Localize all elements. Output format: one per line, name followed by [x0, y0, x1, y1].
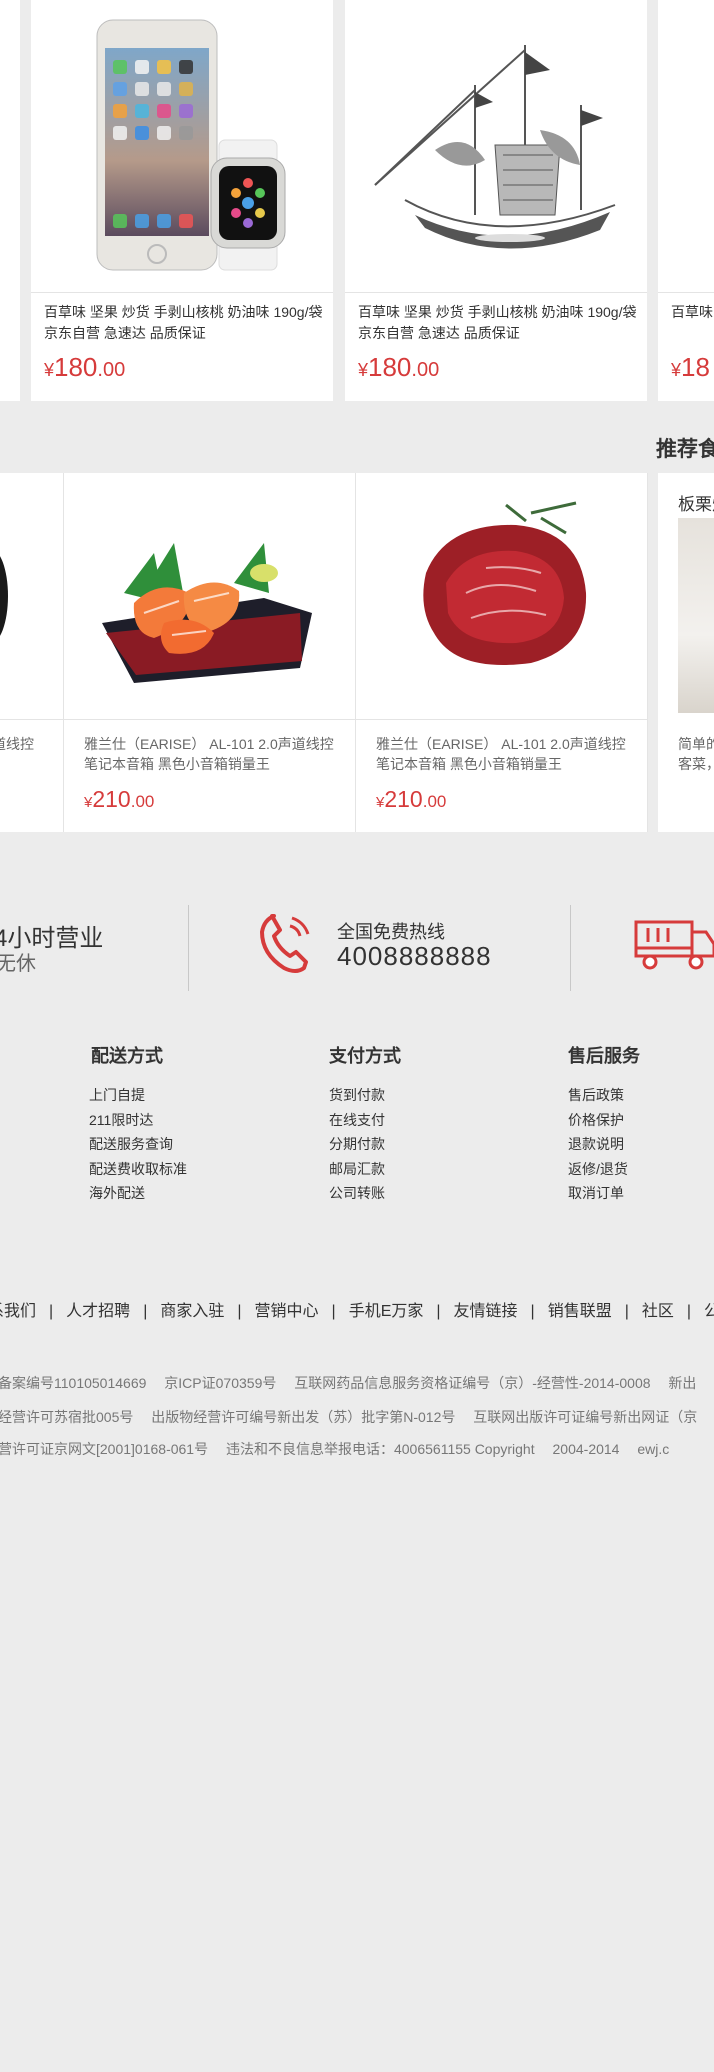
link-cancel[interactable]: 取消订单	[568, 1181, 628, 1206]
hotline-number[interactable]: 4008888888	[337, 941, 492, 972]
column-title-aftersale: 售后服务	[568, 1046, 640, 1066]
footer-link-charity[interactable]: 公益	[704, 1303, 714, 1320]
business-hours-sub: 无休	[0, 953, 36, 975]
legal-item: ewj.c	[637, 1441, 670, 1457]
footer-link-marketing[interactable]: 营销中心	[255, 1303, 319, 1320]
legal-item: 互联网出版许可证编号新出网证（京	[473, 1409, 698, 1425]
product-title[interactable]: 百草味	[671, 302, 713, 323]
legal-item: 互联网药品信息服务资格证编号（京）-经营性-2014-0008	[294, 1375, 651, 1391]
footer-nav: 系我们|人才招聘|商家入驻|营销中心|手机E万家|友情链接|销售联盟|社区|公益	[0, 1297, 714, 1321]
legal-line-1: 备案编号110105014669 京ICP证070359号 互联网药品信息服务资…	[0, 1373, 710, 1393]
legal-item: 2004-2014	[552, 1441, 620, 1457]
product-price: ¥210.00	[84, 786, 155, 812]
link-policy[interactable]: 售后政策	[568, 1083, 628, 1108]
product-price: ¥210.00	[376, 786, 447, 812]
raw-beef-image	[356, 473, 647, 720]
recipe-card-heading: 板栗烧	[678, 495, 714, 514]
link-delivery-query[interactable]: 配送服务查询	[89, 1132, 187, 1157]
footer-link-affiliate[interactable]: 销售联盟	[548, 1303, 612, 1320]
product-card[interactable]: 百草味 ¥18	[658, 0, 714, 401]
service-divider	[570, 905, 571, 991]
legal-item: 出版物经营许可编号新出发（苏）批字第N-012号	[151, 1409, 456, 1425]
delivery-links: 上门自提 211限时达 配送服务查询 配送费收取标准 海外配送	[89, 1083, 187, 1206]
legal-item: 备案编号110105014669	[0, 1375, 147, 1391]
product-image	[658, 0, 714, 293]
recipe-desc-line1: 简单的	[678, 736, 714, 752]
product-card[interactable]: 百草味 坚果 炒货 手剥山核桃 奶油味 190g/袋京东自营 急速达 品质保证 …	[345, 0, 647, 401]
link-price-protect[interactable]: 价格保护	[568, 1108, 628, 1133]
product-title[interactable]: 道线控	[0, 734, 49, 754]
legal-line-2: 经营许可苏宿批005号 出版物经营许可编号新出发（苏）批字第N-012号 互联网…	[0, 1407, 711, 1427]
column-title-delivery: 配送方式	[91, 1046, 163, 1066]
link-overseas[interactable]: 海外配送	[89, 1181, 187, 1206]
salmon-sashimi-image	[64, 473, 355, 720]
product-price: ¥180.00	[358, 352, 440, 382]
recommend-card[interactable]: 雅兰仕（EARISE） AL-101 2.0声道线控笔记本音箱 黑色小音箱销量王…	[356, 473, 648, 832]
recipe-desc-line2: 客菜，	[678, 756, 714, 772]
link-return[interactable]: 返修/退货	[568, 1157, 628, 1182]
service-divider	[188, 905, 189, 991]
column-title-payment: 支付方式	[329, 1046, 401, 1066]
footer-link-friends[interactable]: 友情链接	[454, 1303, 518, 1320]
footer-link-mobile[interactable]: 手机E万家	[349, 1303, 424, 1320]
link-211[interactable]: 211限时达	[89, 1108, 187, 1133]
phone-and-watch-image	[31, 0, 333, 293]
recipe-image	[678, 518, 714, 713]
recipe-card-partial[interactable]: 板栗烧 简单的 客菜，	[658, 473, 714, 832]
legal-item: 京ICP证070359号	[164, 1375, 277, 1391]
link-installment[interactable]: 分期付款	[329, 1132, 385, 1157]
product-price: ¥180.00	[44, 352, 126, 382]
link-delivery-fee[interactable]: 配送费收取标准	[89, 1157, 187, 1182]
phone-icon	[256, 910, 316, 981]
link-postal[interactable]: 邮局汇款	[329, 1157, 385, 1182]
recommend-section-title: 推荐食	[656, 438, 714, 461]
footer-link-jobs[interactable]: 人才招聘	[66, 1303, 130, 1320]
delivery-truck-icon	[634, 918, 714, 979]
aftersale-links: 售后政策 价格保护 退款说明 返修/退货 取消订单	[568, 1083, 628, 1206]
footer-link-merchants[interactable]: 商家入驻	[160, 1303, 224, 1320]
link-transfer[interactable]: 公司转账	[329, 1181, 385, 1206]
legal-line-3: 营许可证京网文[2001]0168-061号 违法和不良信息举报电话：40065…	[0, 1439, 683, 1459]
link-pickup[interactable]: 上门自提	[89, 1083, 187, 1108]
product-image	[0, 473, 63, 720]
link-refund[interactable]: 退款说明	[568, 1132, 628, 1157]
product-title[interactable]: 雅兰仕（EARISE） AL-101 2.0声道线控笔记本音箱 黑色小音箱销量王	[84, 734, 341, 774]
product-card-partial-left[interactable]	[0, 0, 20, 401]
ship-model-image	[345, 0, 647, 293]
product-title[interactable]: 百草味 坚果 炒货 手剥山核桃 奶油味 190g/袋京东自营 急速达 品质保证	[358, 302, 637, 344]
recommend-card[interactable]: 雅兰仕（EARISE） AL-101 2.0声道线控笔记本音箱 黑色小音箱销量王…	[64, 473, 356, 832]
footer-link-community[interactable]: 社区	[642, 1303, 674, 1320]
footer-link-contact[interactable]: 系我们	[0, 1303, 36, 1320]
link-cod[interactable]: 货到付款	[329, 1083, 385, 1108]
product-card[interactable]: 百草味 坚果 炒货 手剥山核桃 奶油味 190g/袋京东自营 急速达 品质保证 …	[31, 0, 333, 401]
payment-links: 货到付款 在线支付 分期付款 邮局汇款 公司转账	[329, 1083, 385, 1206]
product-price: ¥18	[671, 352, 710, 382]
legal-item: 营许可证京网文[2001]0168-061号	[0, 1441, 209, 1457]
legal-item: 违法和不良信息举报电话：4006561155 Copyright	[225, 1441, 535, 1457]
legal-item: 新出	[668, 1375, 697, 1391]
product-title[interactable]: 百草味 坚果 炒货 手剥山核桃 奶油味 190g/袋京东自营 急速达 品质保证	[44, 302, 323, 344]
recommend-card-partial[interactable]: 道线控	[0, 473, 64, 832]
product-title[interactable]: 雅兰仕（EARISE） AL-101 2.0声道线控笔记本音箱 黑色小音箱销量王	[376, 734, 633, 774]
link-online-pay[interactable]: 在线支付	[329, 1108, 385, 1133]
legal-item: 经营许可苏宿批005号	[0, 1409, 134, 1425]
